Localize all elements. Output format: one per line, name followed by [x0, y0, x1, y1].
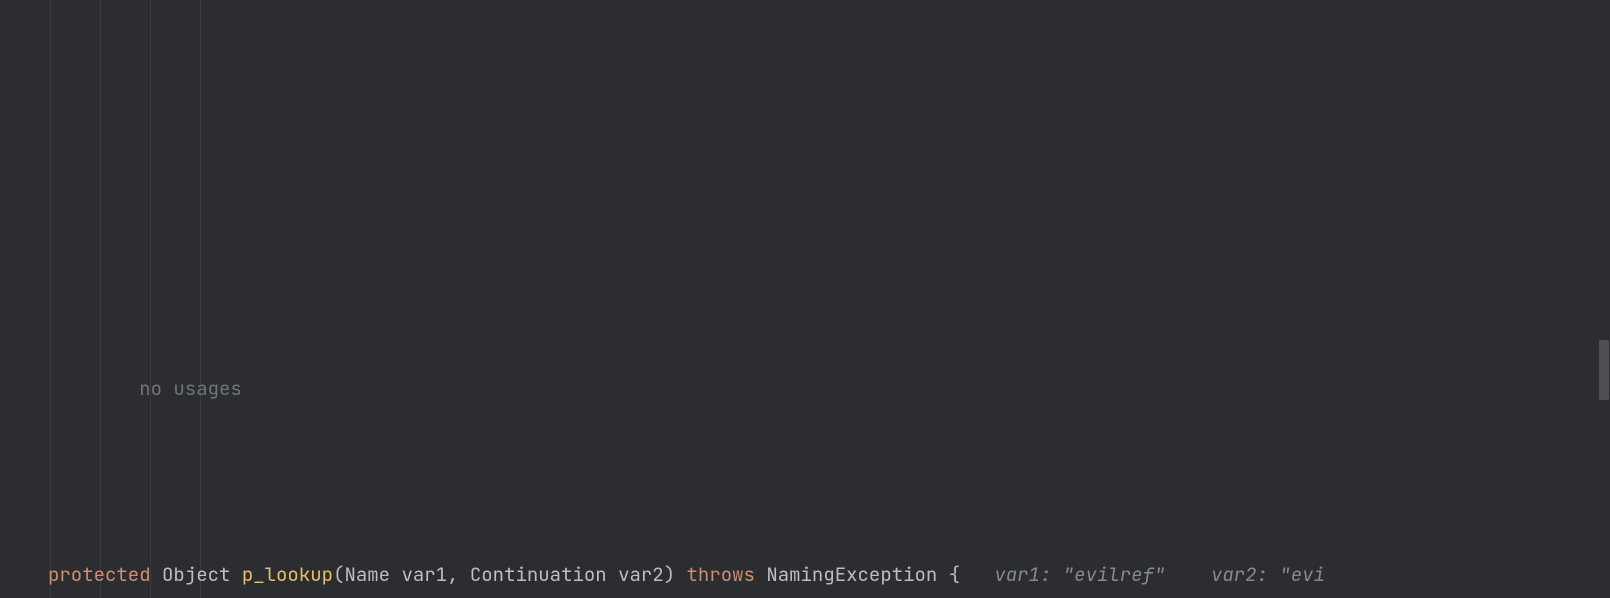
param-var1: var1	[401, 562, 447, 587]
method-name: p_lookup	[242, 562, 333, 587]
type-continuation: Continuation	[470, 562, 607, 587]
usages-hint: no usages	[139, 376, 242, 401]
param-var2: var2	[618, 562, 664, 587]
code-line[interactable]: protected Object p_lookup(Name var1, Con…	[48, 556, 1610, 593]
gutter	[0, 0, 44, 598]
code-editor[interactable]: no usages protected Object p_lookup(Name…	[0, 0, 1610, 598]
inlay-var2: var2: "evi	[1211, 562, 1325, 587]
inlay-usages-line: no usages	[48, 370, 1610, 407]
type-namingexception: NamingException	[766, 562, 937, 587]
keyword-protected: protected	[48, 562, 151, 587]
code-area[interactable]: no usages protected Object p_lookup(Name…	[48, 0, 1610, 598]
scroll-thumb[interactable]	[1599, 340, 1609, 400]
inlay-var1: var1: "evilref"	[994, 562, 1165, 587]
keyword-throws: throws	[687, 562, 755, 587]
vertical-scrollbar[interactable]	[1598, 0, 1610, 598]
type-object: Object	[162, 562, 230, 587]
type-name: Name	[344, 562, 390, 587]
